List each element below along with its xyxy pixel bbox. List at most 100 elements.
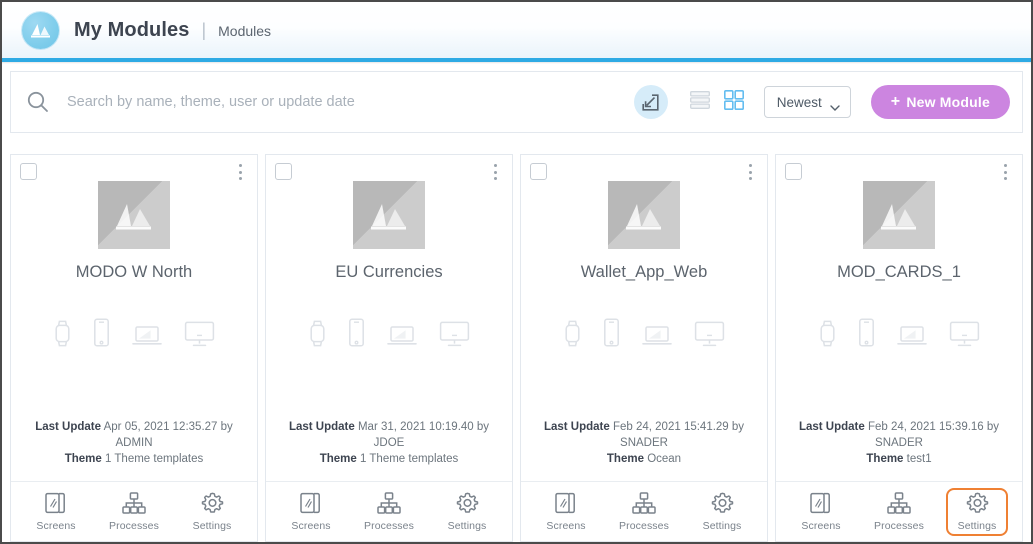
theme-row: Theme test1 bbox=[784, 451, 1014, 467]
import-export-icon[interactable] bbox=[633, 85, 668, 119]
card-thumbnail-wrap bbox=[521, 181, 767, 249]
last-update-label: Last Update bbox=[288, 421, 355, 433]
card-metadata: Last Update Feb 24, 2021 15:41.29 by SNA… bbox=[521, 419, 767, 481]
watch-icon bbox=[54, 320, 71, 347]
settings-button[interactable]: Settings bbox=[436, 488, 498, 536]
theme-label: Theme bbox=[866, 453, 904, 465]
processes-icon bbox=[377, 491, 401, 514]
screens-label: Screens bbox=[801, 520, 841, 532]
list-view-icon[interactable] bbox=[689, 90, 710, 114]
search-zone bbox=[11, 89, 634, 115]
card-select-checkbox[interactable] bbox=[275, 163, 292, 180]
processes-button[interactable]: Processes bbox=[613, 488, 675, 536]
theme-value: Ocean bbox=[647, 453, 682, 465]
last-update-value: Feb 24, 2021 15:41.29 by SNADER bbox=[612, 421, 745, 449]
settings-button[interactable]: Settings bbox=[946, 487, 1008, 536]
breadcrumb: My Modules | Modules bbox=[74, 19, 271, 42]
screens-button[interactable]: Screens bbox=[535, 488, 597, 536]
screens-label: Screens bbox=[546, 520, 586, 532]
card-footer: Screens Processes Settings bbox=[521, 481, 767, 541]
module-title: MOD_CARDS_1 bbox=[837, 263, 961, 281]
card-select-checkbox[interactable] bbox=[20, 163, 37, 180]
grid-view-icon[interactable] bbox=[723, 89, 744, 115]
sort-select[interactable]: Newest bbox=[763, 86, 851, 118]
last-update-row: Last Update Apr 05, 2021 12:35.27 by ADM… bbox=[19, 419, 249, 451]
toolbar-actions: Newest + New Module bbox=[633, 85, 1022, 119]
card-overflow-menu-icon[interactable] bbox=[488, 163, 502, 181]
laptop-icon bbox=[131, 323, 162, 347]
screens-button[interactable]: Screens bbox=[25, 488, 87, 536]
module-card-4[interactable]: MOD_CARDS_1 Last Update Feb 24, 2021 15:… bbox=[775, 154, 1023, 542]
card-select-checkbox[interactable] bbox=[785, 163, 802, 180]
card-overflow-menu-icon[interactable] bbox=[233, 163, 247, 181]
module-title: Wallet_App_Web bbox=[580, 263, 708, 281]
processes-icon bbox=[632, 491, 656, 514]
gear-icon bbox=[456, 492, 478, 513]
card-metadata: Last Update Apr 05, 2021 12:35.27 by ADM… bbox=[11, 419, 257, 481]
screens-button[interactable]: Screens bbox=[280, 488, 342, 536]
screens-button[interactable]: Screens bbox=[790, 488, 852, 536]
card-thumbnail-wrap bbox=[11, 181, 257, 249]
module-thumbnail-image bbox=[863, 181, 935, 249]
last-update-row: Last Update Feb 24, 2021 15:41.29 by SNA… bbox=[529, 419, 759, 451]
settings-button[interactable]: Settings bbox=[181, 488, 243, 536]
card-header bbox=[521, 155, 767, 180]
application-window: My Modules | Modules Search by name, the… bbox=[0, 0, 1033, 544]
desktop-icon bbox=[184, 321, 215, 347]
module-thumbnail-image bbox=[353, 181, 425, 249]
theme-row: Theme Ocean bbox=[529, 451, 759, 467]
desktop-icon bbox=[439, 321, 470, 347]
theme-label: Theme bbox=[606, 453, 644, 465]
header-shadow bbox=[2, 62, 1031, 64]
search-input[interactable] bbox=[65, 93, 589, 111]
processes-label: Processes bbox=[109, 519, 159, 532]
module-card-1[interactable]: MODO W North Last Update Apr 05, 2021 12… bbox=[10, 154, 258, 542]
processes-button[interactable]: Processes bbox=[358, 488, 420, 536]
screens-icon bbox=[45, 492, 65, 514]
processes-label: Processes bbox=[619, 519, 669, 532]
laptop-icon bbox=[641, 323, 672, 347]
sort-select-value: Newest bbox=[776, 94, 822, 110]
supported-devices bbox=[266, 318, 512, 347]
processes-icon bbox=[122, 491, 146, 514]
last-update-value: Apr 05, 2021 12:35.27 by ADMIN bbox=[103, 421, 233, 449]
module-card-2[interactable]: EU Currencies Last Update Mar 31, 2021 1… bbox=[265, 154, 513, 542]
processes-button[interactable]: Processes bbox=[868, 488, 930, 536]
phone-icon bbox=[93, 318, 110, 347]
theme-value: 1 Theme templates bbox=[105, 453, 204, 465]
new-module-button[interactable]: + New Module bbox=[870, 85, 1010, 119]
card-metadata: Last Update Mar 31, 2021 10:19.40 by JDO… bbox=[266, 419, 512, 481]
theme-label: Theme bbox=[64, 453, 102, 465]
theme-row: Theme 1 Theme templates bbox=[274, 451, 504, 467]
card-header bbox=[11, 155, 257, 180]
last-update-row: Last Update Mar 31, 2021 10:19.40 by JDO… bbox=[274, 419, 504, 451]
theme-row: Theme 1 Theme templates bbox=[19, 451, 249, 467]
card-overflow-menu-icon[interactable] bbox=[743, 163, 757, 181]
supported-devices bbox=[11, 318, 257, 347]
new-module-label: New Module bbox=[906, 94, 990, 110]
card-footer: Screens Processes Settings bbox=[266, 481, 512, 541]
card-header bbox=[776, 155, 1022, 180]
module-thumbnail-image bbox=[608, 181, 680, 249]
settings-button[interactable]: Settings bbox=[691, 488, 753, 536]
module-card-3[interactable]: Wallet_App_Web Last Update Feb 24, 2021 … bbox=[520, 154, 768, 542]
screens-label: Screens bbox=[36, 520, 76, 532]
processes-button[interactable]: Processes bbox=[103, 488, 165, 536]
module-card-grid: MODO W North Last Update Apr 05, 2021 12… bbox=[10, 154, 1023, 542]
breadcrumb-modules[interactable]: Modules bbox=[218, 23, 271, 39]
mountain-logo-icon bbox=[22, 11, 59, 49]
card-select-checkbox[interactable] bbox=[530, 163, 547, 180]
gear-icon bbox=[711, 492, 733, 513]
screens-icon bbox=[300, 492, 320, 514]
desktop-icon bbox=[949, 321, 980, 347]
app-header: My Modules | Modules bbox=[2, 2, 1031, 58]
card-overflow-menu-icon[interactable] bbox=[998, 163, 1012, 181]
theme-value: 1 Theme templates bbox=[360, 453, 459, 465]
processes-icon bbox=[887, 491, 911, 514]
page-title: My Modules bbox=[74, 18, 190, 41]
processes-label: Processes bbox=[874, 519, 924, 532]
watch-icon bbox=[309, 320, 326, 347]
last-update-value: Feb 24, 2021 15:39.16 by SNADER bbox=[867, 421, 1000, 449]
module-thumbnail-image bbox=[98, 181, 170, 249]
card-footer: Screens Processes Settings bbox=[11, 481, 257, 541]
